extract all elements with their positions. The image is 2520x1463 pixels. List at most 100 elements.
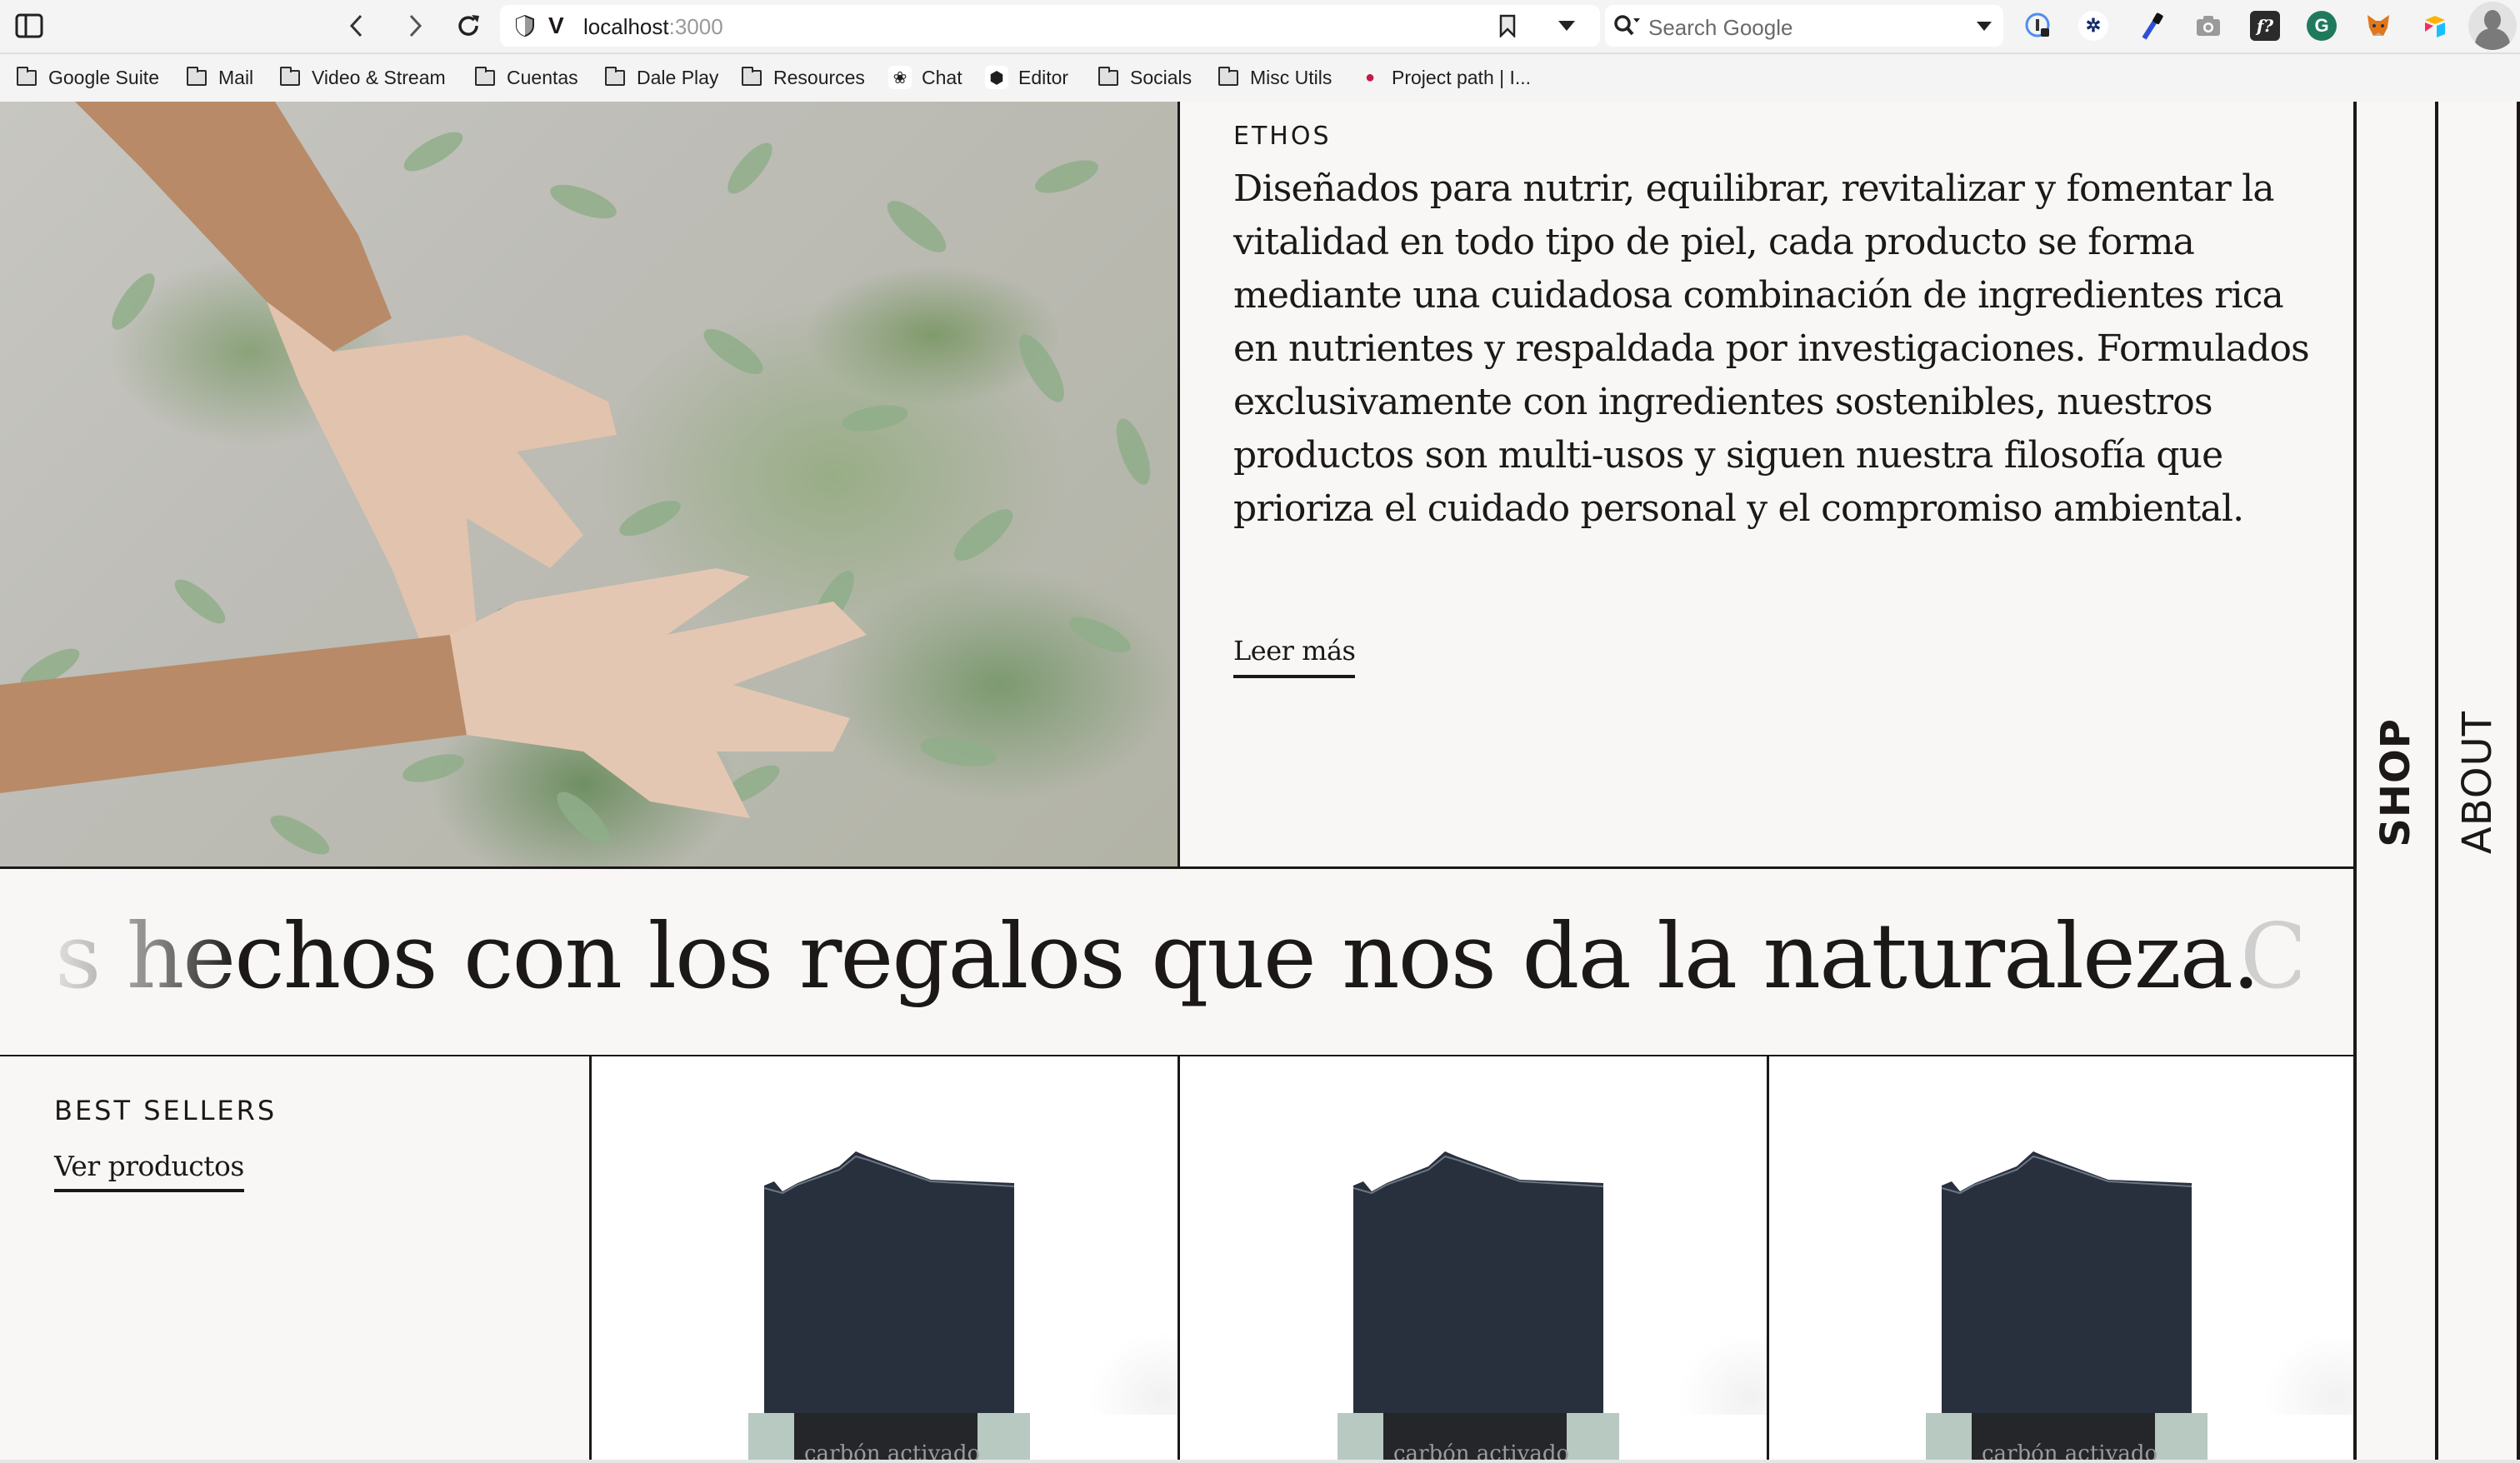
bookmark-label: Dale Play — [637, 66, 719, 88]
password-manager-icon[interactable] — [2023, 11, 2053, 41]
bookmark-misc-utils[interactable]: Misc Utils — [1218, 65, 1332, 90]
avatar-head-icon — [2484, 10, 2501, 30]
hero-image-hands-plants — [0, 102, 1179, 866]
speckle-texture — [1088, 1331, 1180, 1415]
search-icon — [1613, 13, 1643, 42]
card-divider — [1767, 1056, 1769, 1463]
bookmark-label: Socials — [1130, 66, 1192, 88]
url-text[interactable]: localhost:3000 — [583, 14, 723, 40]
best-sellers-section: BEST SELLERS Ver productos carbón activa… — [0, 1056, 2355, 1463]
product-label: carbón activado — [748, 1413, 1030, 1463]
bookmark-icon[interactable] — [1498, 14, 1517, 42]
label-wrap: carbón activado — [1972, 1413, 2158, 1463]
profile-avatar[interactable] — [2468, 2, 2517, 50]
speckle-texture — [2263, 1331, 2355, 1415]
address-bar[interactable]: V localhost:3000 — [500, 5, 1600, 47]
product-label: carbón activado — [1926, 1413, 2208, 1463]
read-more-link[interactable]: Leer más — [1233, 635, 1356, 678]
page-content: ETHOS Diseñados para nutrir, equilibrar,… — [0, 102, 2520, 1463]
bookmarks-bar: Google Suite Mail Video & Stream Cuentas… — [0, 52, 2520, 101]
reload-icon[interactable] — [452, 8, 485, 43]
side-nav-divider — [2517, 102, 2520, 1463]
url-port: :3000 — [668, 14, 723, 39]
bookmark-label: Cuentas — [507, 66, 578, 88]
product-card[interactable]: carbón activado — [1180, 1056, 1769, 1463]
bookmark-mail[interactable]: Mail — [187, 65, 253, 90]
folder-icon — [187, 66, 207, 86]
product-label: carbón activado — [1338, 1413, 1619, 1463]
url-dropdown-icon[interactable] — [1558, 21, 1575, 31]
shield-icon[interactable] — [515, 14, 535, 42]
hero-divider — [1178, 102, 1180, 868]
soap-bar-image — [1353, 1148, 1603, 1413]
search-bar[interactable]: Search Google — [1605, 5, 2003, 47]
metamask-icon[interactable] — [2363, 11, 2393, 41]
folder-icon — [280, 66, 300, 86]
airtable-icon[interactable] — [2420, 11, 2450, 41]
bookmark-project-path[interactable]: ● Project path | I... — [1358, 65, 1531, 90]
url-host: localhost — [583, 14, 669, 39]
marquee-next-text: C — [2240, 905, 2300, 1009]
best-sellers-heading: BEST SELLERS — [54, 1095, 278, 1126]
nav-about-label: ABOUT — [2454, 710, 2501, 855]
back-icon[interactable] — [340, 8, 373, 43]
folder-icon — [742, 66, 762, 86]
speckle-texture — [1678, 1331, 1769, 1415]
folder-icon — [475, 66, 495, 86]
bookmark-chat[interactable]: ❀ Chat — [888, 65, 962, 90]
bookmark-label: Chat — [922, 66, 962, 88]
grammarly-icon[interactable]: G — [2307, 11, 2337, 41]
browser-toolbar: V localhost:3000 Search Google ✲ f? G — [0, 0, 2520, 52]
bookmark-cuentas[interactable]: Cuentas — [475, 65, 578, 90]
best-sellers-intro: BEST SELLERS Ver productos — [0, 1056, 589, 1463]
ethos-heading: ETHOS — [1233, 122, 1332, 151]
bookmark-label: Project path | I... — [1392, 66, 1532, 88]
bookmark-label: Google Suite — [48, 66, 159, 88]
folder-icon — [17, 66, 37, 86]
nav-shop-label: SHOP — [2372, 717, 2419, 847]
marquee-text: s hechos con los regalos que nos da la n… — [55, 905, 2261, 1009]
ethos-body: Diseñados para nutrir, equilibrar, revit… — [1233, 167, 2310, 530]
ethos-section: ETHOS Diseñados para nutrir, equilibrar,… — [1233, 122, 2333, 536]
screenshot-icon[interactable] — [2193, 11, 2223, 41]
bookmark-label: Editor — [1018, 66, 1069, 88]
card-divider — [589, 1056, 592, 1463]
product-card[interactable]: carbón activado — [1768, 1056, 2355, 1463]
bookmark-resources[interactable]: Resources — [742, 65, 865, 90]
bookmark-label: Resources — [773, 66, 865, 88]
marquee-banner: s hechos con los regalos que nos da la n… — [0, 868, 2355, 1056]
window-bottom-edge — [0, 1460, 2520, 1463]
avatar-body-icon — [2475, 28, 2510, 50]
label-wrap: carbón activado — [794, 1413, 980, 1463]
bookmark-video-stream[interactable]: Video & Stream — [280, 65, 446, 90]
product-card[interactable]: carbón activado — [591, 1056, 1180, 1463]
bookmark-dale-play[interactable]: Dale Play — [605, 65, 718, 90]
view-products-link[interactable]: Ver productos — [54, 1150, 244, 1192]
forward-icon[interactable] — [398, 8, 432, 43]
folder-icon — [1218, 66, 1238, 86]
openai-icon: ❀ — [888, 66, 912, 89]
folder-icon — [1098, 66, 1118, 86]
bookmark-socials[interactable]: Socials — [1098, 65, 1192, 90]
stars-extension-icon[interactable]: ✲ — [2078, 11, 2108, 41]
sidebar-toggle-icon[interactable] — [12, 8, 47, 43]
color-picker-icon[interactable] — [2137, 11, 2167, 41]
font-identifier-icon[interactable]: f? — [2250, 11, 2280, 41]
raspberry-pi-icon: ● — [1364, 67, 1376, 87]
soap-bar-image — [1942, 1148, 2192, 1413]
label-wrap: carbón activado — [1383, 1413, 1569, 1463]
search-placeholder: Search Google — [1648, 15, 1793, 40]
bookmark-google-suite[interactable]: Google Suite — [17, 65, 159, 90]
codepen-icon: ⬢ — [985, 66, 1008, 89]
bookmark-label: Video & Stream — [312, 66, 446, 88]
folder-icon — [605, 66, 625, 86]
soap-bar-image — [764, 1148, 1014, 1413]
search-engine-dropdown-icon[interactable] — [1977, 22, 1992, 31]
nav-about[interactable]: ABOUT — [2438, 102, 2517, 1463]
card-divider — [1178, 1056, 1180, 1463]
bookmark-label: Misc Utils — [1250, 66, 1332, 88]
nav-shop[interactable]: SHOP — [2357, 102, 2435, 1463]
hero-illustration — [0, 102, 1151, 855]
site-favicon-icon: V — [548, 12, 564, 38]
bookmark-editor[interactable]: ⬢ Editor — [985, 65, 1068, 90]
